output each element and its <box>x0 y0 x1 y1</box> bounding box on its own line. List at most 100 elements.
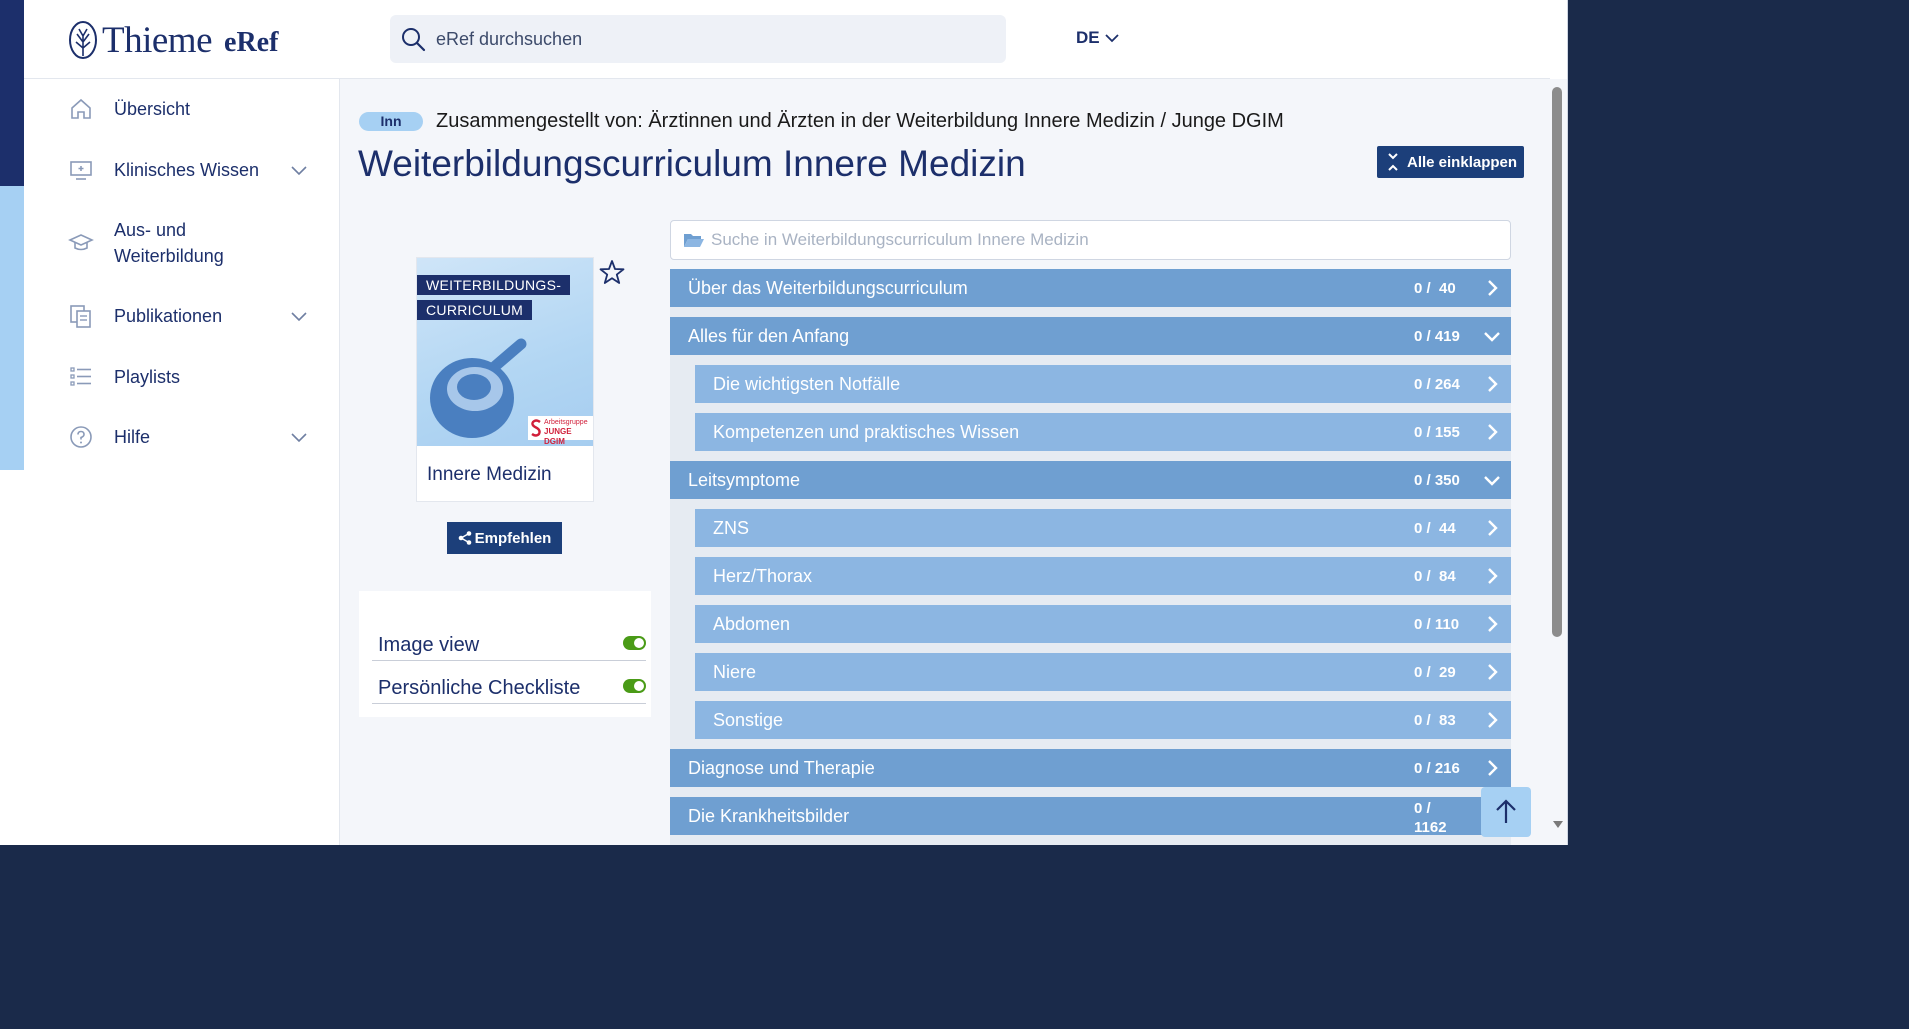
chevron-right-icon[interactable] <box>1483 279 1501 297</box>
collapse-icon <box>1388 153 1398 171</box>
publisher-logo: Arbeitsgruppe JUNGE DGIM <box>528 416 593 446</box>
tree-row-label: Sonstige <box>713 709 784 730</box>
tree-row-label: Herz/Thorax <box>713 565 813 586</box>
folder-open-icon <box>684 234 704 247</box>
tree-row-count: 0 / 350 <box>1414 471 1460 489</box>
global-search[interactable]: eRef durchsuchen <box>390 15 1006 63</box>
search-input[interactable]: eRef durchsuchen <box>436 29 582 50</box>
tree-row-label: Die wichtigsten Notfälle <box>713 373 901 394</box>
chevron-down-icon[interactable] <box>1483 471 1501 489</box>
tree-row[interactable]: Herz/Thorax 0 / 84 <box>695 557 1511 595</box>
tree-row[interactable]: Die wichtigsten Notfälle 0 / 264 <box>695 365 1511 403</box>
language-selector[interactable]: DE <box>1076 28 1120 48</box>
sidebar-item-aus-und-weiterbildung[interactable]: Aus- und Weiterbildung <box>24 217 340 269</box>
tree-row-label: Niere <box>713 661 757 682</box>
tree-row[interactable]: Die Krankheitsbilder 0 / 1162 <box>670 797 1511 836</box>
chevron-down-icon[interactable] <box>289 306 309 326</box>
tree-row-label: ZNS <box>713 517 749 538</box>
curriculum-search[interactable]: Suche in Weiterbildungscurriculum Innere… <box>670 220 1511 260</box>
sidebar-item-uebersicht[interactable]: Übersicht <box>24 96 340 122</box>
tree-row[interactable]: Abdomen 0 / 110 <box>695 605 1511 643</box>
cover-title-line2: CURRICULUM <box>417 300 533 320</box>
accent-strip-light <box>0 186 24 470</box>
publisher-big-text: JUNGE DGIM <box>544 427 572 446</box>
tree-row[interactable]: Niere 0 / 29 <box>695 653 1511 691</box>
image-view-toggle[interactable] <box>623 636 646 650</box>
scrollbar-thumb[interactable] <box>1552 87 1562 637</box>
page-title: Weiterbildungscurriculum Innere Medizin <box>358 143 1026 184</box>
tree-row-count: 0 / 83 <box>1414 711 1456 729</box>
tree-row[interactable]: Diagnose und Therapie 0 / 216 <box>670 749 1511 787</box>
sidebar-item-label: Übersicht <box>114 99 191 119</box>
cover-title-line1: WEITERBILDUNGS- <box>417 275 571 295</box>
top-header: Thieme eRef eRef durchsuchen DE <box>24 0 1550 79</box>
tree-row[interactable]: Kompetenzen und praktisches Wissen 0 / 15… <box>695 413 1511 451</box>
tree-row-count: 0 / 1162 <box>1414 800 1447 836</box>
chevron-down-icon[interactable] <box>289 160 309 180</box>
tree-row-label: Kompetenzen und praktisches Wissen <box>713 421 1020 442</box>
chevron-right-icon[interactable] <box>1483 711 1501 729</box>
chevron-right-icon[interactable] <box>1483 663 1501 681</box>
recommend-label: Empfehlen <box>474 529 552 547</box>
help-icon <box>70 426 92 448</box>
chevron-right-icon[interactable] <box>1483 615 1501 633</box>
chevron-right-icon[interactable] <box>1483 567 1501 585</box>
sidebar-item-label: Klinisches Wissen <box>114 160 260 180</box>
main-content: Inn Zusammengestellt von: Ärztinnen und … <box>340 79 1550 845</box>
browser-viewport: Thieme eRef eRef durchsuchen DE Übersich… <box>0 0 1568 845</box>
book-cover-card[interactable]: WEITERBILDUNGS- CURRICULUM Arbeitsgruppe… <box>416 257 594 502</box>
sidebar-item-label: Hilfe <box>114 427 151 447</box>
search-icon <box>402 28 426 52</box>
scrollbar[interactable] <box>1550 79 1567 845</box>
scroll-down-arrow-icon[interactable] <box>1553 821 1563 828</box>
setting-label: Persönliche Checkliste <box>378 677 581 699</box>
tree-row[interactable]: Alles für den Anfang 0 / 419 <box>670 317 1511 355</box>
collapse-all-button[interactable]: Alle einklappen <box>1377 146 1524 178</box>
curriculum-search-input[interactable]: Suche in Weiterbildungscurriculum Innere… <box>711 230 1089 250</box>
sidebar-item-playlists[interactable]: Playlists <box>24 364 340 390</box>
home-icon <box>71 98 91 119</box>
recommend-button[interactable]: Empfehlen <box>447 522 562 554</box>
sidebar-nav: Übersicht Klinisches Wissen Aus- und Wei… <box>24 79 340 845</box>
sidebar-item-klinisches-wissen[interactable]: Klinisches Wissen <box>24 157 340 183</box>
tree-row-label: Die Krankheitsbilder <box>688 805 850 826</box>
book-title: Innere Medizin <box>427 464 552 485</box>
chevron-right-icon[interactable] <box>1483 375 1501 393</box>
arrow-up-icon <box>1496 799 1516 823</box>
tree-logo-icon <box>69 21 97 59</box>
status-badge: Inn <box>359 112 423 131</box>
setting-label: Image view <box>378 634 480 656</box>
chevron-down-icon[interactable] <box>1483 327 1501 345</box>
back-to-top-button[interactable] <box>1481 787 1531 837</box>
sidebar-item-label: Publikationen <box>114 306 223 326</box>
compiled-by-text: Zusammengestellt von: Ärztinnen und Ärzt… <box>436 110 1284 132</box>
documents-icon <box>70 305 91 328</box>
graduation-cap-icon <box>68 234 94 251</box>
tree-row[interactable]: ZNS 0 / 44 <box>695 509 1511 547</box>
tree-row[interactable]: Über das Weiterbildungscurriculum 0 / 40 <box>670 269 1511 307</box>
chevron-right-icon[interactable] <box>1483 423 1501 441</box>
star-icon[interactable] <box>599 259 625 285</box>
list-icon <box>70 367 91 386</box>
cover-image: WEITERBILDUNGS- CURRICULUM Arbeitsgruppe… <box>417 258 593 446</box>
thieme-logo[interactable]: Thieme eRef <box>68 18 278 62</box>
tree-row-count: 0 / 40 <box>1414 279 1456 297</box>
left-accent-strip <box>0 0 24 845</box>
sidebar-item-hilfe[interactable]: Hilfe <box>24 424 340 450</box>
tree-row-count: 0 / 155 <box>1414 423 1460 441</box>
setting-personal-checklist: Persönliche Checkliste <box>372 675 646 704</box>
chevron-down-icon[interactable] <box>289 427 309 447</box>
chevron-right-icon[interactable] <box>1483 519 1501 537</box>
tree-row-label: Leitsymptome <box>688 469 801 490</box>
tree-row-count: 0 / 110 <box>1414 615 1460 633</box>
brand-name: Thieme <box>102 19 213 61</box>
tree-row-count: 0 / 264 <box>1414 375 1460 393</box>
chevron-right-icon[interactable] <box>1483 759 1501 777</box>
tree-row[interactable]: Sonstige 0 / 83 <box>695 701 1511 739</box>
sidebar-item-label: Aus- und Weiterbildung <box>114 220 224 266</box>
sidebar-item-publikationen[interactable]: Publikationen <box>24 303 340 329</box>
monitor-icon <box>70 161 92 180</box>
tree-row[interactable]: Leitsymptome 0 / 350 <box>670 461 1511 499</box>
checklist-toggle[interactable] <box>623 679 646 693</box>
product-name: eRef <box>224 27 279 58</box>
